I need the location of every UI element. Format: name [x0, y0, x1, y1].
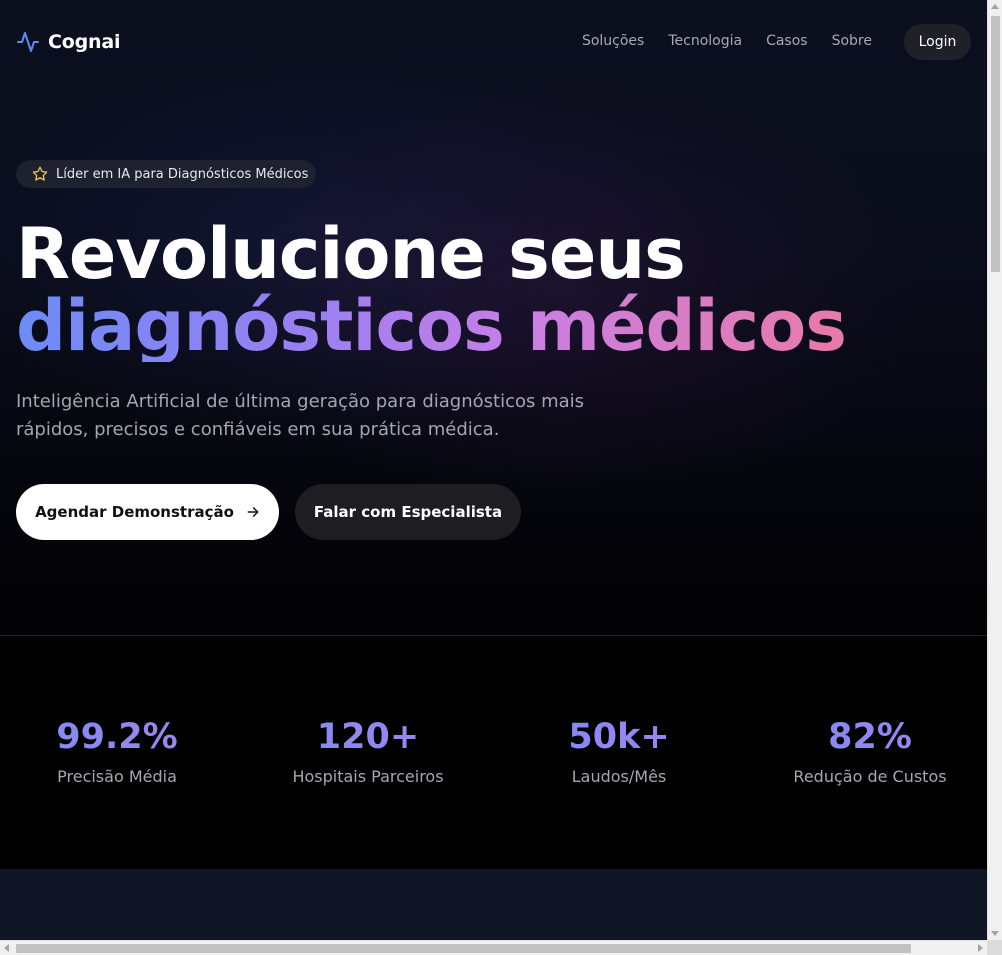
stat-item: 82% Redução de Custos — [755, 717, 985, 786]
stats-section: 99.2% Precisão Média 120+ Hospitais Parc… — [0, 637, 987, 869]
stat-label: Redução de Custos — [793, 767, 947, 786]
stat-item: 120+ Hospitais Parceiros — [253, 717, 483, 786]
stat-label: Precisão Média — [57, 767, 177, 786]
login-button[interactable]: Login — [904, 24, 971, 60]
next-section — [0, 869, 987, 940]
badge-text: Líder em IA para Diagnósticos Médicos — [56, 166, 309, 182]
stat-label: Laudos/Mês — [571, 767, 667, 786]
brand-logo[interactable]: Cognai — [16, 30, 120, 54]
nav-link-tecnologia[interactable]: Tecnologia — [668, 33, 742, 49]
nav-link-sobre[interactable]: Sobre — [832, 33, 872, 49]
horizontal-scroll-thumb[interactable] — [16, 944, 911, 953]
schedule-demo-label: Agendar Demonstração — [35, 503, 234, 521]
scrollbar-corner — [987, 940, 1002, 955]
hero-subtitle: Inteligência Artificial de última geraçã… — [16, 388, 616, 444]
page-viewport: Cognai Soluções Tecnologia Casos Sobre L… — [0, 0, 987, 940]
scroll-up-arrow-icon[interactable] — [991, 4, 999, 9]
stat-item: 50k+ Laudos/Mês — [504, 717, 734, 786]
schedule-demo-button[interactable]: Agendar Demonstração — [16, 484, 279, 540]
hero-section: Cognai Soluções Tecnologia Casos Sobre L… — [0, 0, 987, 636]
talk-to-specialist-button[interactable]: Falar com Especialista — [295, 484, 521, 540]
stat-value: 120+ — [253, 717, 483, 757]
stat-value: 50k+ — [504, 717, 734, 757]
stat-value: 82% — [755, 717, 985, 757]
stat-label: Hospitais Parceiros — [292, 767, 444, 786]
headline-line-1: Revolucione seus — [16, 213, 686, 295]
subtitle-line-2: rápidos, precisos e confiáveis em sua pr… — [16, 419, 500, 440]
star-icon — [32, 166, 48, 181]
hero-headline: Revolucione seus diagnósticos médicos — [16, 213, 847, 367]
nav-link-solucoes[interactable]: Soluções — [582, 33, 644, 49]
activity-pulse-icon — [17, 32, 39, 52]
nav-link-casos[interactable]: Casos — [766, 33, 808, 49]
arrow-right-icon — [247, 507, 259, 517]
hero-badge: Líder em IA para Diagnósticos Médicos — [16, 160, 316, 188]
scroll-down-arrow-icon[interactable] — [991, 931, 999, 936]
stat-value: 99.2% — [2, 717, 232, 757]
vertical-scrollbar[interactable] — [987, 0, 1002, 940]
subtitle-line-1: Inteligência Artificial de última geraçã… — [16, 391, 585, 412]
stat-item: 99.2% Precisão Média — [2, 717, 232, 786]
nav-links: Soluções Tecnologia Casos Sobre — [582, 33, 872, 49]
brand-name: Cognai — [48, 31, 121, 53]
top-navigation: Cognai Soluções Tecnologia Casos Sobre L… — [16, 24, 971, 60]
headline-line-2-gradient: diagnósticos médicos — [16, 285, 847, 367]
scroll-left-arrow-icon[interactable] — [4, 944, 9, 952]
vertical-scroll-thumb[interactable] — [991, 16, 1000, 272]
horizontal-scrollbar[interactable] — [0, 940, 987, 955]
scroll-right-arrow-icon[interactable] — [978, 944, 983, 952]
